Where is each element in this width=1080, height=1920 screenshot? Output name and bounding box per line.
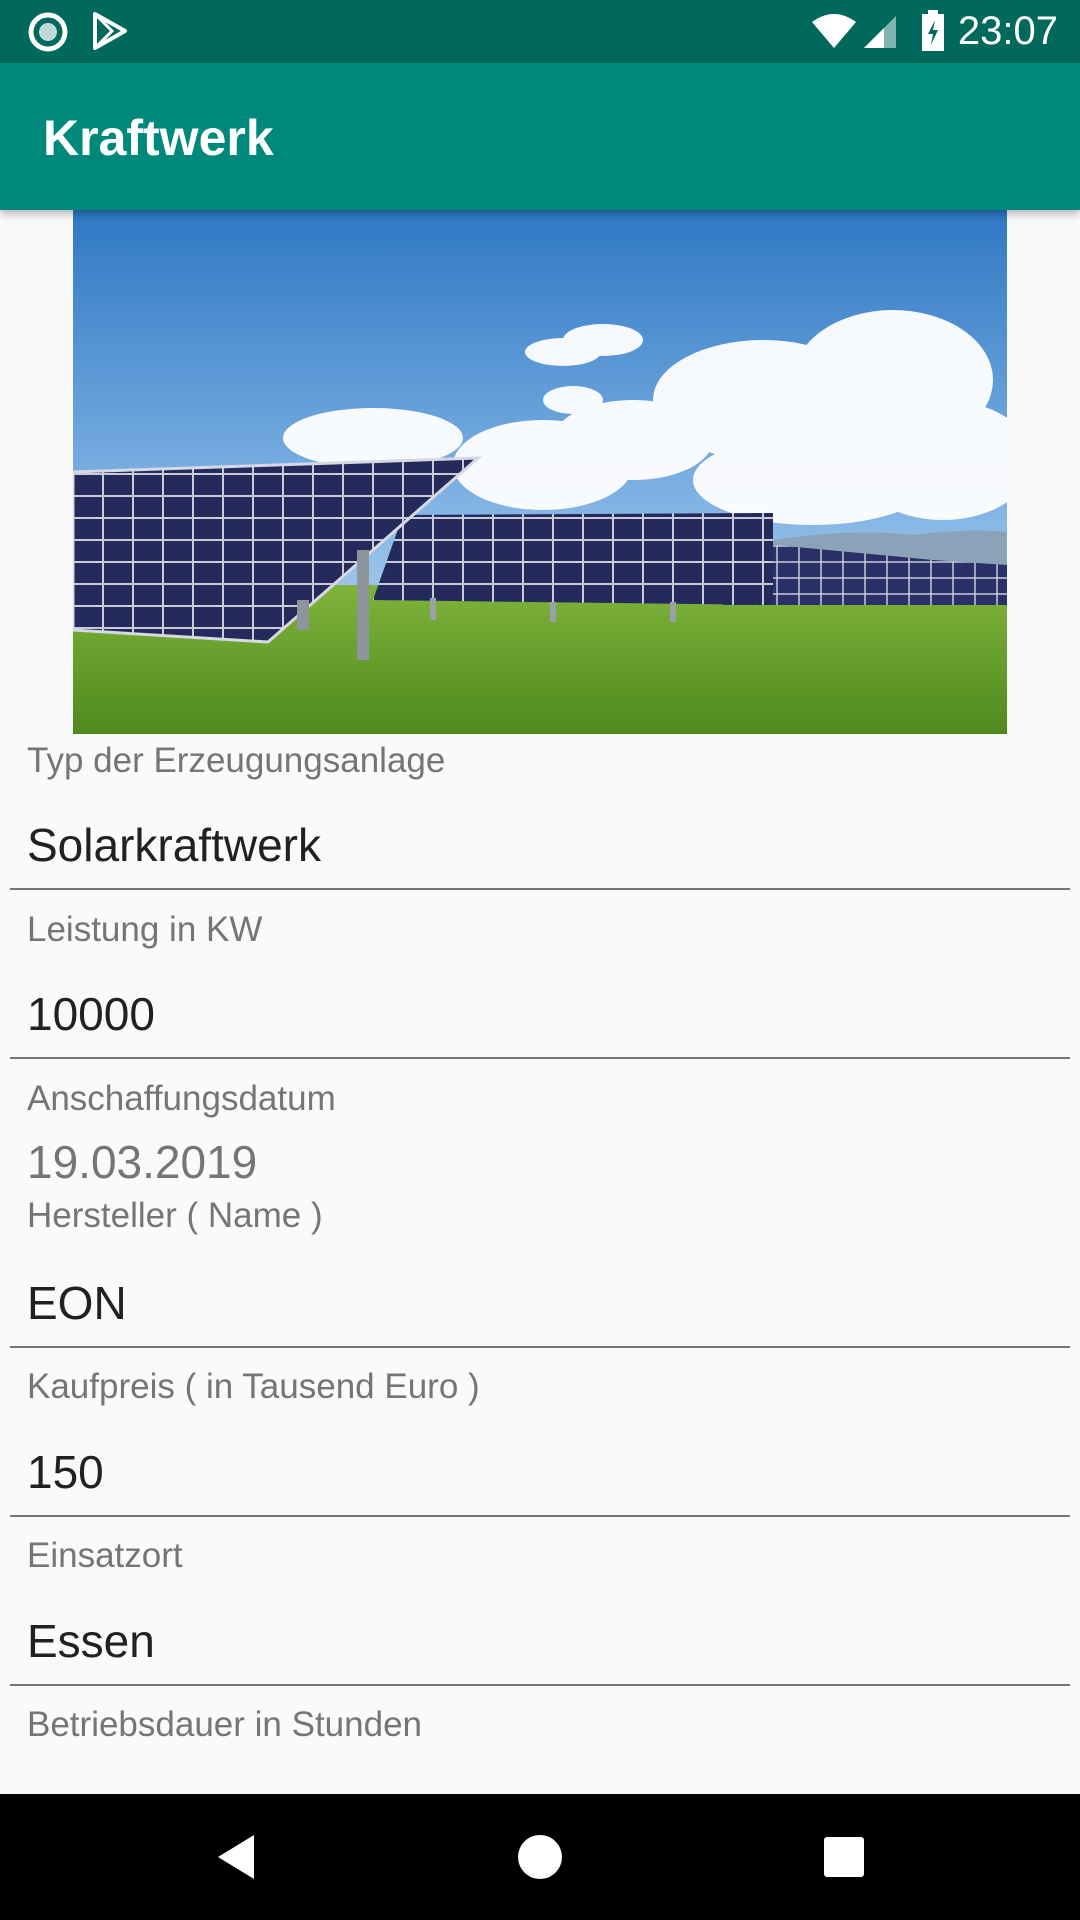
solar-panel-field-image bbox=[73, 210, 1007, 734]
back-icon[interactable] bbox=[210, 1831, 262, 1883]
datum-value[interactable]: 19.03.2019 bbox=[27, 1135, 257, 1189]
recents-icon[interactable] bbox=[818, 1831, 870, 1883]
page-title: Kraftwerk bbox=[43, 110, 274, 166]
navigation-bar bbox=[0, 1794, 1080, 1920]
wifi-icon bbox=[810, 14, 858, 55]
app-bar: Kraftwerk bbox=[0, 63, 1080, 210]
hersteller-field[interactable]: EON bbox=[10, 1276, 1070, 1348]
kaufpreis-field[interactable]: 150 bbox=[10, 1445, 1070, 1517]
leistung-value: 10000 bbox=[27, 988, 155, 1040]
betriebsdauer-label: Betriebsdauer in Stunden bbox=[27, 1705, 422, 1744]
kaufpreis-value: 150 bbox=[27, 1446, 104, 1498]
notification-dot-icon bbox=[28, 12, 68, 57]
einsatzort-field[interactable]: Essen bbox=[10, 1614, 1070, 1686]
signal-icon bbox=[862, 14, 898, 55]
hersteller-value: EON bbox=[27, 1277, 127, 1329]
hersteller-label: Hersteller ( Name ) bbox=[27, 1196, 323, 1235]
einsatzort-label: Einsatzort bbox=[27, 1536, 183, 1575]
datum-label: Anschaffungsdatum bbox=[27, 1079, 336, 1118]
play-store-icon bbox=[92, 12, 128, 55]
einsatzort-value: Essen bbox=[27, 1615, 155, 1667]
typ-field[interactable]: Solarkraftwerk bbox=[10, 818, 1070, 890]
status-time: 23:07 bbox=[957, 9, 1058, 53]
typ-value: Solarkraftwerk bbox=[27, 819, 321, 871]
kaufpreis-label: Kaufpreis ( in Tausend Euro ) bbox=[27, 1367, 480, 1406]
battery-charging-icon bbox=[921, 10, 945, 57]
form-scroll-area[interactable]: Typ der Erzeugungsanlage Solarkraftwerk … bbox=[0, 210, 1080, 1794]
home-icon[interactable] bbox=[514, 1831, 566, 1883]
typ-label: Typ der Erzeugungsanlage bbox=[27, 741, 446, 780]
leistung-field[interactable]: 10000 bbox=[10, 987, 1070, 1059]
betriebsdauer-field[interactable] bbox=[10, 1783, 1070, 1794]
leistung-label: Leistung in KW bbox=[27, 910, 263, 949]
status-bar: 23:07 bbox=[0, 0, 1080, 63]
